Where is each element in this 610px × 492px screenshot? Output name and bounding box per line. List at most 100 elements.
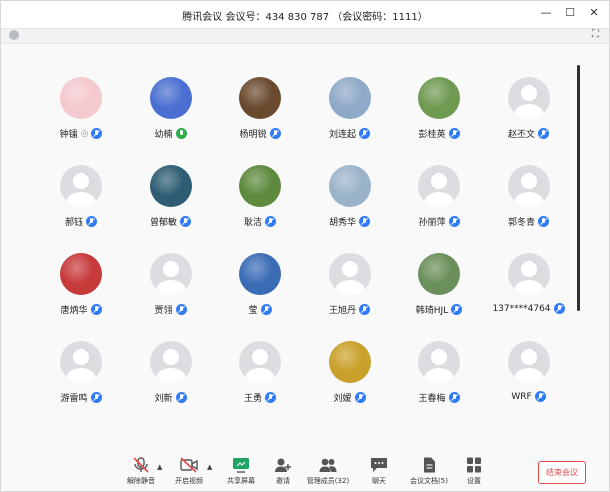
meeting-window: 腾讯会议 会议号：434 830 787 （会议密码：1111） — ☐ ✕ ⛶… bbox=[0, 0, 610, 492]
participant-tile[interactable]: 杨明锐 bbox=[215, 69, 305, 149]
mic-muted-icon bbox=[448, 392, 460, 403]
network-indicator-icon: ◎ bbox=[80, 128, 89, 139]
participant-name-row: 赵丕文 bbox=[484, 127, 574, 140]
participant-tile[interactable]: 钟镭 ◎ bbox=[36, 69, 126, 149]
participant-name-row: 郝钰 bbox=[36, 215, 126, 228]
participant-tile[interactable]: 王春梅 bbox=[394, 333, 484, 413]
participant-tile[interactable]: 韩琦HJL bbox=[394, 245, 484, 325]
participant-avatar bbox=[418, 253, 460, 295]
participant-tile[interactable]: 王勇 bbox=[215, 333, 305, 413]
mic-muted-icon bbox=[260, 304, 272, 315]
participant-tile[interactable]: 郝钰 bbox=[36, 157, 126, 237]
participant-tile[interactable]: 耿洁 bbox=[215, 157, 305, 237]
meeting-docs-button[interactable]: 会议文档(5) bbox=[407, 457, 451, 486]
participant-avatar bbox=[60, 165, 102, 207]
participant-avatar bbox=[328, 77, 371, 119]
participant-tile[interactable]: 胡秀华 bbox=[305, 157, 395, 237]
mic-muted-icon bbox=[538, 216, 549, 227]
title-bar: 腾讯会议 会议号：434 830 787 （会议密码：1111） — ☐ ✕ bbox=[1, 1, 609, 29]
maximize-button[interactable]: ☐ bbox=[563, 6, 577, 20]
mic-active-icon bbox=[175, 128, 187, 139]
participant-tile[interactable]: 赵丕文 bbox=[484, 69, 574, 149]
participant-name: 幼楠 bbox=[154, 130, 173, 140]
unmute-button[interactable]: 解除静音 bbox=[119, 457, 163, 486]
chat-button[interactable]: 聊天 bbox=[357, 457, 401, 486]
participant-name-row: 莹 bbox=[215, 303, 305, 316]
mic-muted-icon bbox=[553, 303, 565, 314]
participant-avatar bbox=[328, 341, 371, 383]
participant-tile[interactable]: 唐炳华 bbox=[36, 245, 126, 325]
participant-tile[interactable]: 刘嫒 bbox=[305, 333, 395, 413]
participant-tile[interactable]: 王旭丹 bbox=[305, 245, 395, 325]
participant-tile[interactable]: 曾郁敏 bbox=[126, 157, 216, 237]
video-options-caret[interactable]: ▲ bbox=[207, 463, 212, 471]
participant-name: 耿洁 bbox=[243, 218, 262, 228]
participant-avatar bbox=[418, 341, 460, 383]
participant-name-row: 刘连起 bbox=[305, 127, 395, 140]
participant-name: 王春梅 bbox=[418, 394, 446, 404]
chat-label: 聊天 bbox=[372, 477, 386, 485]
participant-name: WRF bbox=[511, 391, 532, 402]
participant-tile[interactable]: 贾翎 bbox=[126, 245, 216, 325]
participant-tile[interactable]: 刘连起 bbox=[305, 69, 395, 149]
participant-tile[interactable]: 幼楠 bbox=[126, 69, 216, 149]
participant-name: 王勇 bbox=[243, 394, 262, 404]
participant-avatar bbox=[149, 341, 192, 383]
participant-name-row: 王旭丹 bbox=[305, 303, 395, 316]
participant-tile[interactable]: 孙丽萍 bbox=[394, 157, 484, 237]
participant-name: 游雷鸣 bbox=[60, 394, 88, 404]
mic-muted-icon bbox=[359, 304, 370, 315]
participant-name: 杨明锐 bbox=[239, 130, 267, 140]
participant-name-row: 孙丽萍 bbox=[394, 215, 484, 228]
participant-tile[interactable]: 137****4764 bbox=[484, 245, 574, 325]
mic-muted-icon bbox=[538, 128, 549, 139]
participant-tile[interactable]: 郭冬青 bbox=[484, 157, 574, 237]
share-screen-icon bbox=[232, 457, 250, 473]
minimize-button[interactable]: — bbox=[539, 6, 553, 20]
participant-tile[interactable]: 莹 bbox=[215, 245, 305, 325]
participant-tile[interactable]: 刘新 bbox=[126, 333, 216, 413]
participant-avatar bbox=[239, 165, 281, 207]
participant-name: 赵丕文 bbox=[507, 130, 535, 140]
participant-tile[interactable]: 彭桂英 bbox=[394, 69, 484, 149]
participant-name-row: 曾郁敏 bbox=[126, 215, 216, 228]
mic-muted-icon bbox=[359, 128, 370, 139]
mic-muted-icon bbox=[359, 216, 370, 227]
chat-icon bbox=[370, 457, 388, 473]
participant-name: 刘新 bbox=[154, 394, 173, 404]
end-meeting-button[interactable]: 结束会议 bbox=[538, 461, 586, 484]
meeting-docs-label: 会议文档(5) bbox=[410, 477, 448, 485]
mic-muted-icon bbox=[90, 392, 102, 403]
participant-avatar bbox=[507, 165, 550, 207]
participant-avatar bbox=[149, 77, 192, 119]
participant-name: 钟镭 bbox=[59, 130, 78, 140]
participant-avatar bbox=[507, 77, 550, 119]
start-video-button[interactable]: 开启视频 bbox=[167, 457, 211, 486]
participant-name-row: 耿洁 bbox=[215, 215, 305, 228]
share-screen-button[interactable]: 共享屏幕 bbox=[219, 457, 263, 486]
members-button[interactable]: 管理成员(32) bbox=[306, 457, 350, 486]
participant-avatar bbox=[239, 341, 281, 383]
mic-muted-icon bbox=[175, 392, 187, 403]
participant-tile[interactable]: 游雷鸣 bbox=[36, 333, 126, 413]
participant-tile[interactable]: WRF bbox=[484, 333, 574, 413]
invite-button[interactable]: 邀请 bbox=[261, 457, 305, 486]
participant-name: 郝钰 bbox=[64, 218, 83, 228]
participant-name: 彭桂英 bbox=[418, 130, 446, 140]
participant-name: 贾翎 bbox=[154, 306, 173, 316]
mic-muted-icon bbox=[448, 216, 460, 227]
members-label: 管理成员(32) bbox=[306, 477, 350, 485]
scrollbar[interactable] bbox=[577, 65, 580, 311]
participant-avatar bbox=[328, 165, 371, 207]
share-screen-label: 共享屏幕 bbox=[227, 477, 255, 485]
participant-name: 刘嫒 bbox=[333, 394, 352, 404]
shield-icon[interactable] bbox=[9, 30, 19, 40]
participant-name: 曾郁敏 bbox=[149, 218, 177, 228]
close-button[interactable]: ✕ bbox=[587, 6, 601, 20]
fullscreen-icon[interactable]: ⛶ bbox=[592, 29, 599, 40]
participant-avatar bbox=[149, 165, 192, 207]
participant-name-row: 幼楠 bbox=[126, 127, 216, 140]
window-title: 腾讯会议 会议号：434 830 787 （会议密码：1111） bbox=[182, 12, 428, 23]
audio-options-caret[interactable]: ▲ bbox=[157, 463, 162, 471]
settings-button[interactable]: 设置 bbox=[452, 457, 496, 486]
